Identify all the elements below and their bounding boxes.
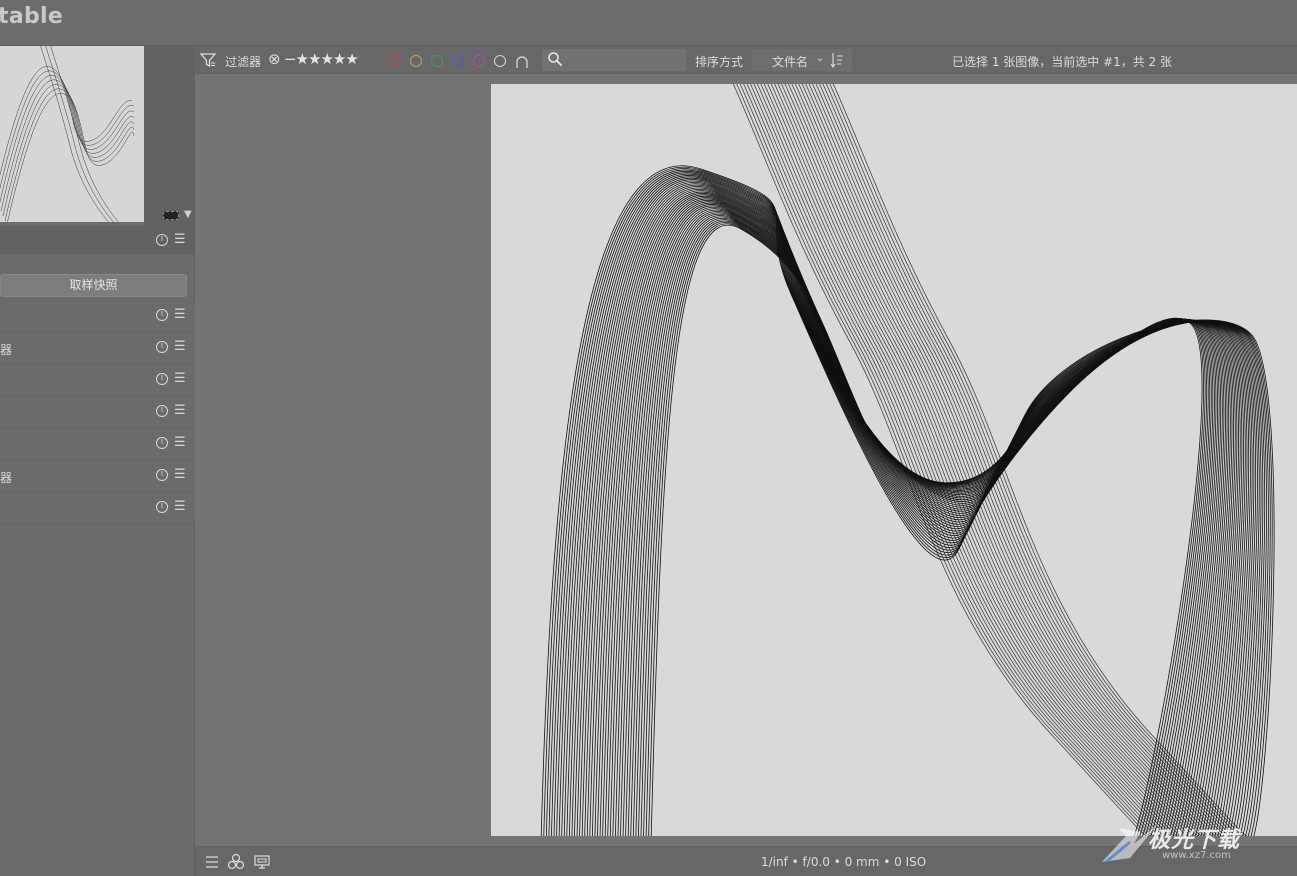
chevron-down-icon: ⌄ (816, 53, 825, 64)
info-icon[interactable]: i (156, 437, 168, 449)
color-label-purple[interactable] (473, 55, 485, 67)
title-bar: table (0, 0, 1297, 46)
left-panel: ▼ i ☰ 取样快照 i ☰ 器 i ☰ i ☰ i ☰ i ☰ 器 i ☰ i… (0, 46, 195, 876)
menu-icon[interactable]: ☰ (174, 467, 186, 482)
watermark: 极光下载 www.xz7.com (1100, 818, 1290, 870)
sort-direction-icon[interactable] (830, 52, 844, 68)
watermark-url: www.xz7.com (1162, 850, 1231, 861)
search-input[interactable] (542, 49, 686, 71)
color-label-yellow[interactable] (410, 55, 422, 67)
module-header-snapshots[interactable]: i ☰ (0, 226, 195, 254)
module-label: 器 (0, 343, 13, 357)
module-row-7[interactable]: i ☰ (0, 493, 195, 525)
thumbnail-side-strip (144, 46, 195, 226)
menu-icon[interactable]: ☰ (174, 499, 186, 514)
thumbnail-image (0, 46, 144, 222)
menu-icon[interactable]: ☰ (174, 403, 186, 418)
rating-stars[interactable]: −★★★★★ (284, 50, 359, 68)
info-icon[interactable]: i (156, 373, 168, 385)
module-row-3[interactable]: i ☰ (0, 365, 195, 397)
module-row-6[interactable]: 器 i ☰ (0, 461, 195, 493)
preview-image[interactable] (491, 84, 1297, 836)
sort-value: 文件名 (772, 55, 809, 69)
color-label-operator-icon[interactable] (515, 55, 529, 68)
filter-icon[interactable] (200, 52, 216, 68)
chevron-down-icon: ▼ (184, 209, 192, 220)
navigation-thumbnail[interactable] (0, 46, 144, 222)
info-icon[interactable]: i (156, 469, 168, 481)
menu-icon[interactable]: ☰ (174, 435, 186, 450)
color-label-blue[interactable] (452, 55, 464, 67)
selection-status: 已选择 1 张图像，当前选中 #1，共 2 张 (952, 55, 1173, 69)
module-row-5[interactable]: i ☰ (0, 429, 195, 461)
info-icon[interactable]: i (156, 309, 168, 321)
menu-icon[interactable]: ☰ (174, 339, 186, 354)
app-window: table ▼ i ☰ 取样快照 i ☰ 器 i ☰ i ☰ i ☰ i ☰ 器… (0, 0, 1297, 876)
module-label: 器 (0, 471, 13, 485)
zoom-dropdown[interactable]: ▼ (163, 209, 195, 223)
sort-label: 排序方式 (695, 55, 744, 69)
image-viewer (195, 74, 1297, 846)
view-title: table (0, 4, 64, 29)
exif-info: 1/inf • f/0.0 • 0 mm • 0 ISO (761, 855, 927, 869)
module-row-4[interactable]: i ☰ (0, 397, 195, 429)
color-label-green[interactable] (431, 55, 443, 67)
menu-icon[interactable]: ☰ (174, 371, 186, 386)
info-icon[interactable]: i (156, 234, 168, 246)
menu-icon[interactable]: ☰ (174, 232, 186, 247)
color-label-gray[interactable] (494, 55, 506, 67)
filter-label: 过滤器 (225, 55, 262, 69)
info-icon[interactable]: i (156, 341, 168, 353)
display-icon[interactable] (253, 853, 271, 871)
module-row-1[interactable]: i ☰ (0, 301, 195, 333)
list-icon[interactable] (203, 853, 221, 871)
color-assessment-icon[interactable] (227, 853, 245, 871)
wave-line-art-image (491, 84, 1297, 836)
take-snapshot-button[interactable]: 取样快照 (0, 274, 187, 297)
color-label-red[interactable] (389, 55, 401, 67)
reject-icon[interactable]: ⊗ (268, 50, 281, 68)
menu-icon[interactable]: ☰ (174, 307, 186, 322)
zoom-indicator-icon (163, 211, 179, 220)
info-icon[interactable]: i (156, 501, 168, 513)
search-icon (548, 52, 563, 67)
module-row-2[interactable]: 器 i ☰ (0, 333, 195, 365)
filter-toolbar: 过滤器 ⊗ −★★★★★ 排序方式 文件名 ⌄ 已选择 1 张图像，当前选中 #… (195, 46, 1297, 74)
info-icon[interactable]: i (156, 405, 168, 417)
